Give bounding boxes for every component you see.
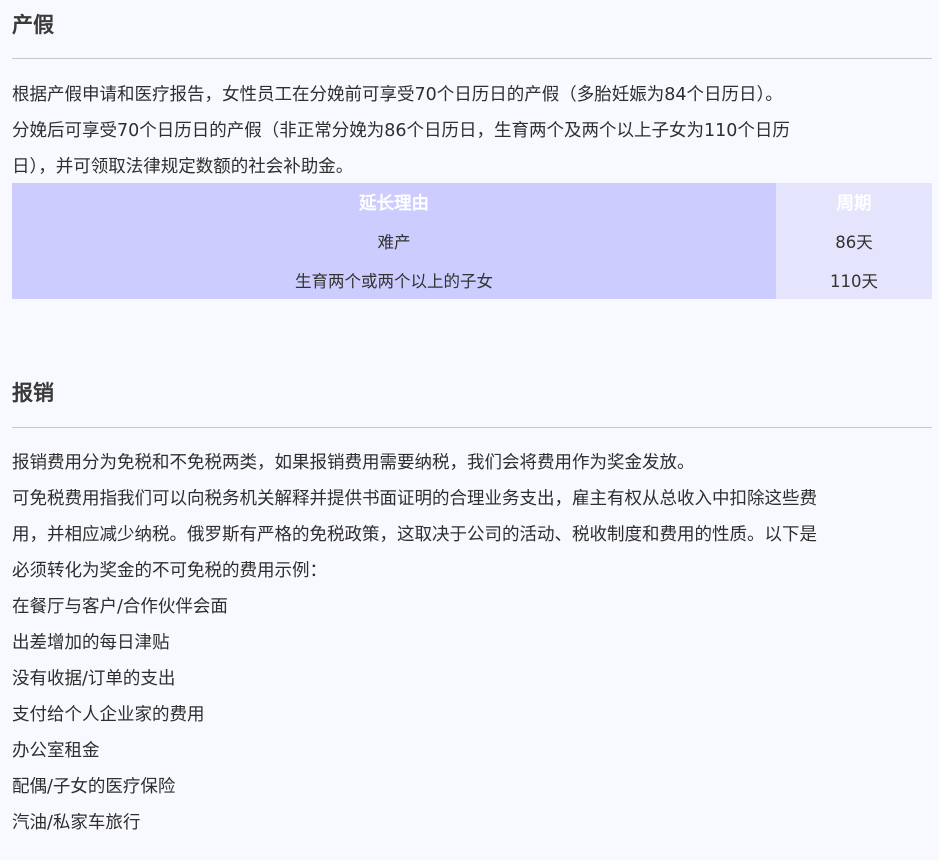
maternity-divider bbox=[12, 58, 932, 59]
expense-list: 在餐厅与客户/合作伙伴会面 出差增加的每日津贴 没有收据/订单的支出 支付给个人… bbox=[12, 589, 228, 841]
paragraph-line: 可免税费用指我们可以向税务机关解释并提供书面证明的合理业务支出，雇主有权从总收入… bbox=[12, 489, 817, 509]
list-item: 配偶/子女的医疗保险 bbox=[12, 777, 176, 797]
paragraph-line: 报销费用分为免税和不免税两类，如果报销费用需要纳税，我们会将费用作为奖金发放。 bbox=[12, 453, 695, 473]
list-item: 出差增加的每日津贴 bbox=[12, 633, 170, 653]
paragraph-line: 用，并相应减少纳税。俄罗斯有严格的免税政策，这取决于公司的活动、税收制度和费用的… bbox=[12, 525, 817, 545]
reimbursement-paragraph: 报销费用分为免税和不免税两类，如果报销费用需要纳税，我们会将费用作为奖金发放。 … bbox=[12, 445, 936, 589]
cell-reason: 生育两个或两个以上的子女 bbox=[12, 260, 776, 299]
list-item: 办公室租金 bbox=[12, 741, 100, 761]
page: 产假 根据产假申请和医疗报告，女性员工在分娩前可享受70个日历日的产假（多胎妊娠… bbox=[0, 0, 939, 860]
cell-reason: 难产 bbox=[12, 221, 776, 260]
maternity-paragraph: 根据产假申请和医疗报告，女性员工在分娩前可享受70个日历日的产假（多胎妊娠为84… bbox=[12, 77, 936, 185]
paragraph-line: 必须转化为奖金的不可免税的费用示例： bbox=[12, 561, 327, 581]
paragraph-line: 日），并可领取法律规定数额的社会补助金。 bbox=[12, 157, 354, 177]
paragraph-line: 根据产假申请和医疗报告，女性员工在分娩前可享受70个日历日的产假（多胎妊娠为84… bbox=[12, 85, 783, 105]
list-item: 汽油/私家车旅行 bbox=[12, 813, 141, 833]
header-reason: 延长理由 bbox=[12, 183, 776, 221]
cell-period: 110天 bbox=[776, 260, 932, 299]
list-item: 没有收据/订单的支出 bbox=[12, 669, 176, 689]
list-item: 支付给个人企业家的费用 bbox=[12, 705, 205, 725]
reimbursement-divider bbox=[12, 427, 932, 428]
cell-period: 86天 bbox=[776, 221, 932, 260]
extension-table: 延长理由 周期 难产 86天 生育两个或两个以上的子女 110天 bbox=[12, 183, 932, 299]
table-row: 生育两个或两个以上的子女 110天 bbox=[12, 260, 932, 299]
reimbursement-title: 报销 bbox=[12, 381, 54, 405]
table-row: 难产 86天 bbox=[12, 221, 932, 260]
header-period: 周期 bbox=[776, 183, 932, 221]
table-header-row: 延长理由 周期 bbox=[12, 183, 932, 221]
list-item: 在餐厅与客户/合作伙伴会面 bbox=[12, 597, 228, 617]
maternity-title: 产假 bbox=[12, 13, 54, 37]
paragraph-line: 分娩后可享受70个日历日的产假（非正常分娩为86个日历日，生育两个及两个以上子女… bbox=[12, 121, 790, 141]
